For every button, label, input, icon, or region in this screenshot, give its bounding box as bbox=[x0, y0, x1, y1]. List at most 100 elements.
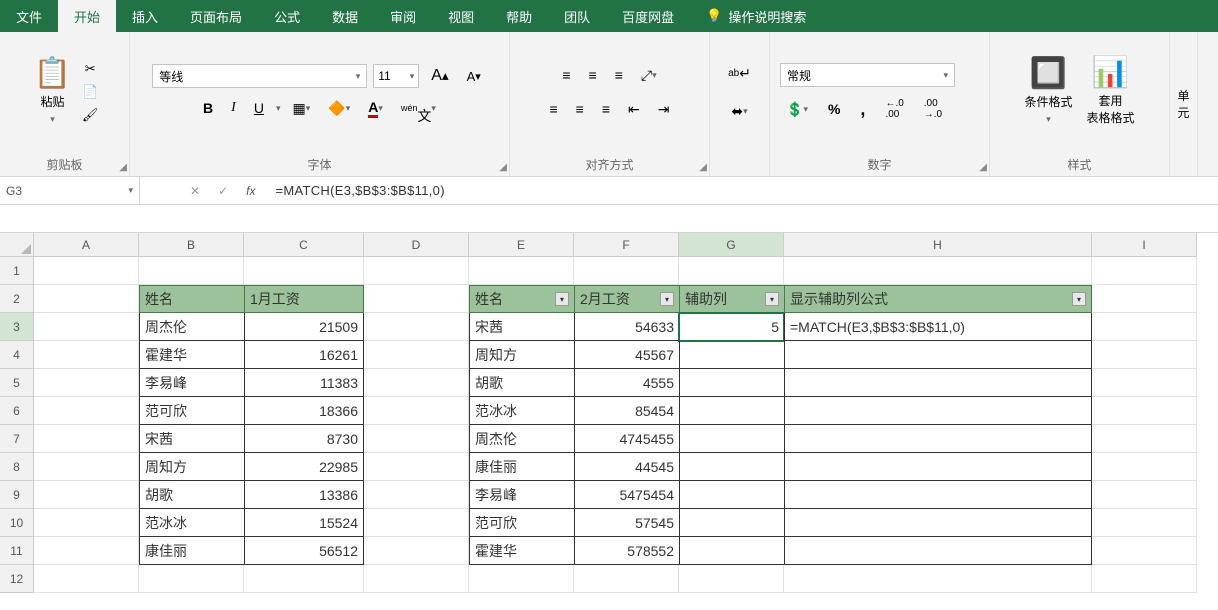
cell[interactable] bbox=[784, 565, 1092, 593]
table-cell[interactable]: 霍建华 bbox=[469, 537, 574, 565]
tab-view[interactable]: 视图 bbox=[432, 0, 490, 32]
cell[interactable] bbox=[139, 565, 244, 593]
tab-team[interactable]: 团队 bbox=[548, 0, 606, 32]
cell[interactable] bbox=[364, 509, 469, 537]
border-button[interactable]: ▦▾ bbox=[287, 96, 317, 120]
filter-button[interactable]: ▾ bbox=[660, 292, 674, 306]
cell[interactable] bbox=[364, 397, 469, 425]
column-header-B[interactable]: B bbox=[139, 233, 244, 257]
row-header-1[interactable]: 1 bbox=[0, 257, 34, 285]
table-cell[interactable]: 22985 bbox=[244, 453, 364, 481]
row-header-4[interactable]: 4 bbox=[0, 341, 34, 369]
cell[interactable] bbox=[1092, 453, 1197, 481]
name-box[interactable]: G3 ▾ bbox=[0, 177, 140, 205]
merge-center-button[interactable]: ⬌▾ bbox=[725, 99, 753, 123]
cell[interactable] bbox=[1092, 341, 1197, 369]
align-right-button[interactable]: ≡ bbox=[596, 97, 616, 121]
table-cell[interactable]: 578552 bbox=[574, 537, 679, 565]
cell[interactable] bbox=[364, 425, 469, 453]
table-header[interactable]: 1月工资 bbox=[244, 285, 364, 313]
table-header[interactable]: 姓名▾ bbox=[469, 285, 574, 313]
table-cell[interactable] bbox=[679, 341, 784, 369]
currency-button[interactable]: 💲▾ bbox=[780, 97, 814, 121]
cell[interactable] bbox=[364, 313, 469, 341]
align-left-button[interactable]: ≡ bbox=[544, 97, 564, 121]
cell[interactable] bbox=[34, 257, 139, 285]
table-cell[interactable]: 44545 bbox=[574, 453, 679, 481]
table-cell[interactable] bbox=[679, 509, 784, 537]
cell[interactable] bbox=[784, 257, 1092, 285]
cell[interactable] bbox=[574, 257, 679, 285]
cell[interactable] bbox=[1092, 257, 1197, 285]
table-cell[interactable] bbox=[784, 481, 1092, 509]
table-cell[interactable]: 周杰伦 bbox=[469, 425, 574, 453]
orientation-button[interactable]: ⤢▾ bbox=[635, 63, 663, 87]
row-header-3[interactable]: 3 bbox=[0, 313, 34, 341]
phonetic-button[interactable]: wén文▾ bbox=[395, 96, 442, 120]
table-cell[interactable]: 宋茜 bbox=[469, 313, 574, 341]
underline-button[interactable]: U bbox=[248, 96, 270, 120]
column-header-C[interactable]: C bbox=[244, 233, 364, 257]
tab-page-layout[interactable]: 页面布局 bbox=[174, 0, 258, 32]
table-cell[interactable]: 李易峰 bbox=[469, 481, 574, 509]
column-header-H[interactable]: H bbox=[784, 233, 1092, 257]
table-cell[interactable]: 85454 bbox=[574, 397, 679, 425]
tab-data[interactable]: 数据 bbox=[316, 0, 374, 32]
table-cell[interactable]: 57545 bbox=[574, 509, 679, 537]
font-name-select[interactable]: 等线 ▾ bbox=[152, 64, 367, 88]
table-cell[interactable]: 周杰伦 bbox=[139, 313, 244, 341]
tab-home[interactable]: 开始 bbox=[58, 0, 116, 32]
table-cell[interactable]: 周知方 bbox=[469, 341, 574, 369]
font-size-select[interactable]: 11 ▾ bbox=[373, 64, 419, 88]
row-header-9[interactable]: 9 bbox=[0, 481, 34, 509]
column-header-G[interactable]: G bbox=[679, 233, 784, 257]
align-middle-button[interactable]: ≡ bbox=[583, 63, 603, 87]
table-cell[interactable]: 11383 bbox=[244, 369, 364, 397]
font-dialog-launcher[interactable]: ◢ bbox=[499, 162, 507, 173]
cell[interactable] bbox=[1092, 565, 1197, 593]
increase-font-button[interactable]: A▴ bbox=[425, 64, 454, 88]
table-cell[interactable]: =MATCH(E3,$B$3:$B$11,0) bbox=[784, 313, 1092, 341]
tab-formulas[interactable]: 公式 bbox=[258, 0, 316, 32]
table-cell[interactable] bbox=[784, 509, 1092, 537]
cell[interactable] bbox=[364, 341, 469, 369]
table-cell[interactable] bbox=[679, 453, 784, 481]
cell[interactable] bbox=[364, 565, 469, 593]
tab-help[interactable]: 帮助 bbox=[490, 0, 548, 32]
table-cell[interactable]: 胡歌 bbox=[469, 369, 574, 397]
fill-color-button[interactable]: 🔶▾ bbox=[322, 96, 356, 120]
table-cell[interactable] bbox=[679, 369, 784, 397]
table-header[interactable]: 辅助列▾ bbox=[679, 285, 784, 313]
cell[interactable] bbox=[244, 565, 364, 593]
table-cell[interactable]: 周知方 bbox=[139, 453, 244, 481]
cell[interactable] bbox=[1092, 313, 1197, 341]
table-cell[interactable]: 范可欣 bbox=[139, 397, 244, 425]
table-cell[interactable]: 霍建华 bbox=[139, 341, 244, 369]
column-header-I[interactable]: I bbox=[1092, 233, 1197, 257]
cell[interactable] bbox=[469, 257, 574, 285]
cell[interactable] bbox=[244, 257, 364, 285]
table-header[interactable]: 2月工资▾ bbox=[574, 285, 679, 313]
cell[interactable] bbox=[1092, 397, 1197, 425]
table-cell[interactable]: 5 bbox=[679, 313, 784, 341]
align-dialog-launcher[interactable]: ◢ bbox=[699, 162, 707, 173]
tab-file[interactable]: 文件 bbox=[0, 0, 58, 32]
paste-button[interactable]: 📋 粘贴 ▾ bbox=[30, 57, 75, 127]
row-header-2[interactable]: 2 bbox=[0, 285, 34, 313]
table-cell[interactable]: 5475454 bbox=[574, 481, 679, 509]
cell[interactable] bbox=[34, 425, 139, 453]
table-cell[interactable]: 15524 bbox=[244, 509, 364, 537]
table-cell[interactable] bbox=[784, 453, 1092, 481]
filter-button[interactable]: ▾ bbox=[765, 292, 779, 306]
increase-decimal-button[interactable]: ←.0.00 bbox=[879, 97, 909, 121]
cell[interactable] bbox=[1092, 369, 1197, 397]
align-center-button[interactable]: ≡ bbox=[570, 97, 590, 121]
copy-button[interactable]: 📄 bbox=[81, 83, 99, 101]
cell[interactable] bbox=[34, 537, 139, 565]
font-color-button[interactable]: A▾ bbox=[362, 96, 389, 120]
wrap-text-button[interactable]: ab↵ bbox=[722, 61, 757, 85]
table-cell[interactable] bbox=[784, 397, 1092, 425]
tab-review[interactable]: 审阅 bbox=[374, 0, 432, 32]
cell[interactable] bbox=[34, 481, 139, 509]
table-cell[interactable]: 李易峰 bbox=[139, 369, 244, 397]
